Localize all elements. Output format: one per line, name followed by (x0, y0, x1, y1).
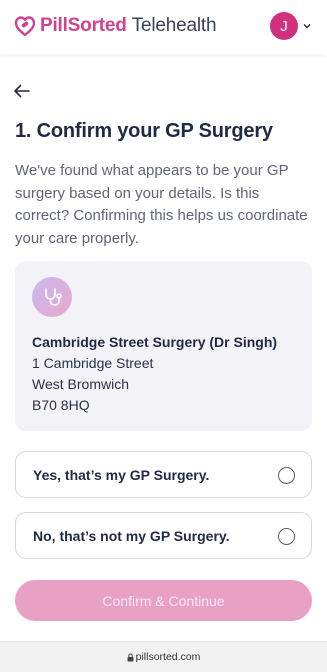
option-no[interactable]: No, that’s not my GP Surgery. (15, 512, 312, 559)
pill-heart-icon (14, 16, 36, 37)
option-yes-label: Yes, that’s my GP Surgery. (33, 467, 210, 483)
avatar[interactable]: J (270, 12, 298, 40)
gp-surgery-name: Cambridge Street Surgery (Dr Singh) (32, 334, 278, 350)
account-menu[interactable]: J (270, 12, 311, 40)
browser-url-bar[interactable]: pillsorted.com (0, 641, 327, 672)
option-no-radio[interactable] (278, 528, 295, 545)
option-no-label: No, that’s not my GP Surgery. (33, 528, 230, 544)
app-header: PillSorted Telehealth J (0, 0, 327, 54)
option-yes[interactable]: Yes, that’s my GP Surgery. (15, 451, 312, 498)
option-yes-radio[interactable] (278, 467, 295, 484)
gp-address-line1: 1 Cambridge Street (32, 355, 154, 371)
gp-address-line2: West Bromwich (32, 376, 129, 392)
page-title: 1. Confirm your GP Surgery (15, 120, 273, 142)
confirm-continue-button[interactable]: Confirm & Continue (15, 580, 312, 621)
gp-surgery-card: Cambridge Street Surgery (Dr Singh) 1 Ca… (15, 261, 312, 431)
chevron-down-icon[interactable] (303, 22, 311, 30)
lock-icon (127, 652, 134, 661)
brand-name: PillSorted (40, 15, 127, 36)
back-arrow-icon[interactable] (13, 82, 31, 100)
page-description: We've found what appears to be your GP s… (15, 162, 308, 247)
stethoscope-icon (32, 277, 72, 317)
url-text: pillsorted.com (135, 651, 201, 663)
gp-postcode: B70 8HQ (32, 397, 90, 413)
brand-logo[interactable]: PillSorted Telehealth (14, 14, 217, 38)
brand-suffix: Telehealth (131, 15, 217, 36)
